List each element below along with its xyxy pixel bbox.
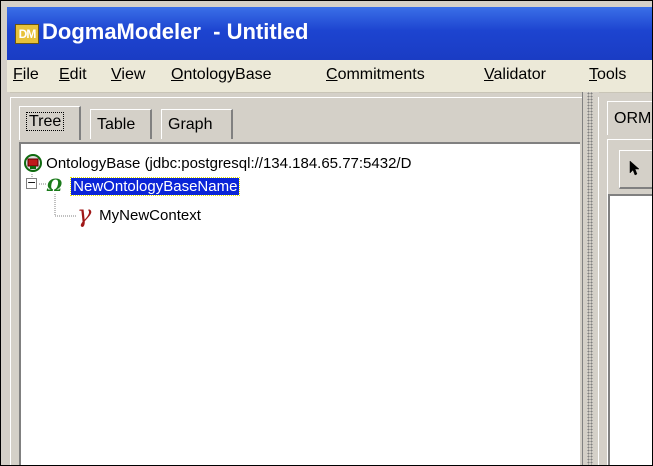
tree-connectors <box>31 174 77 217</box>
omega-icon: Ω <box>47 176 63 196</box>
orm-canvas[interactable] <box>608 194 652 465</box>
menu-file[interactable]: File <box>13 66 39 84</box>
application-window: DM DogmaModeler - Untitled File Edit Vie… <box>0 0 653 466</box>
menu-bar: File Edit View OntologyBase Commitments … <box>7 60 652 93</box>
panel-splitter[interactable] <box>582 92 599 465</box>
pointer-tool-button[interactable] <box>619 150 652 189</box>
tab-tree[interactable]: Tree <box>19 106 81 140</box>
left-panel: Tree Table Graph OntologyBase (jdbc:post… <box>10 97 583 465</box>
menu-commitments[interactable]: Commitments <box>326 66 425 84</box>
app-logo-icon: DM <box>15 24 39 44</box>
right-panel: ORM <box>598 97 652 465</box>
tab-graph[interactable]: Graph <box>161 109 233 139</box>
tab-graph-label: Graph <box>168 116 213 133</box>
title-bar[interactable]: DM DogmaModeler - Untitled <box>7 7 652 60</box>
menu-validator[interactable]: Validator <box>484 66 546 84</box>
tab-orm-label: ORM <box>614 110 652 127</box>
tree-node-label-selected: NewOntologyBaseName <box>70 177 241 196</box>
tree-node-ontology[interactable]: Ω NewOntologyBaseName <box>47 176 241 196</box>
menu-tools[interactable]: Tools <box>589 66 626 84</box>
menu-edit[interactable]: Edit <box>59 66 87 84</box>
window-title: DogmaModeler - Untitled <box>42 19 309 44</box>
orm-editor <box>607 139 652 465</box>
tree-node-context[interactable]: γ MyNewContext <box>77 200 201 228</box>
gamma-icon: γ <box>77 200 92 228</box>
tab-table-label: Table <box>97 116 136 133</box>
tab-table[interactable]: Table <box>90 109 152 139</box>
menu-view[interactable]: View <box>111 66 145 84</box>
pointer-arrow-icon <box>629 160 640 176</box>
tree-node-label: MyNewContext <box>99 207 201 224</box>
menu-ontologybase[interactable]: OntologyBase <box>171 66 272 84</box>
collapse-toggle-icon[interactable]: − <box>26 177 37 189</box>
tab-orm[interactable]: ORM <box>607 101 652 135</box>
tree-view[interactable]: OntologyBase (jdbc:postgresql://134.184.… <box>19 142 580 465</box>
tab-tree-label: Tree <box>26 112 65 131</box>
splitter-grip <box>587 92 593 465</box>
